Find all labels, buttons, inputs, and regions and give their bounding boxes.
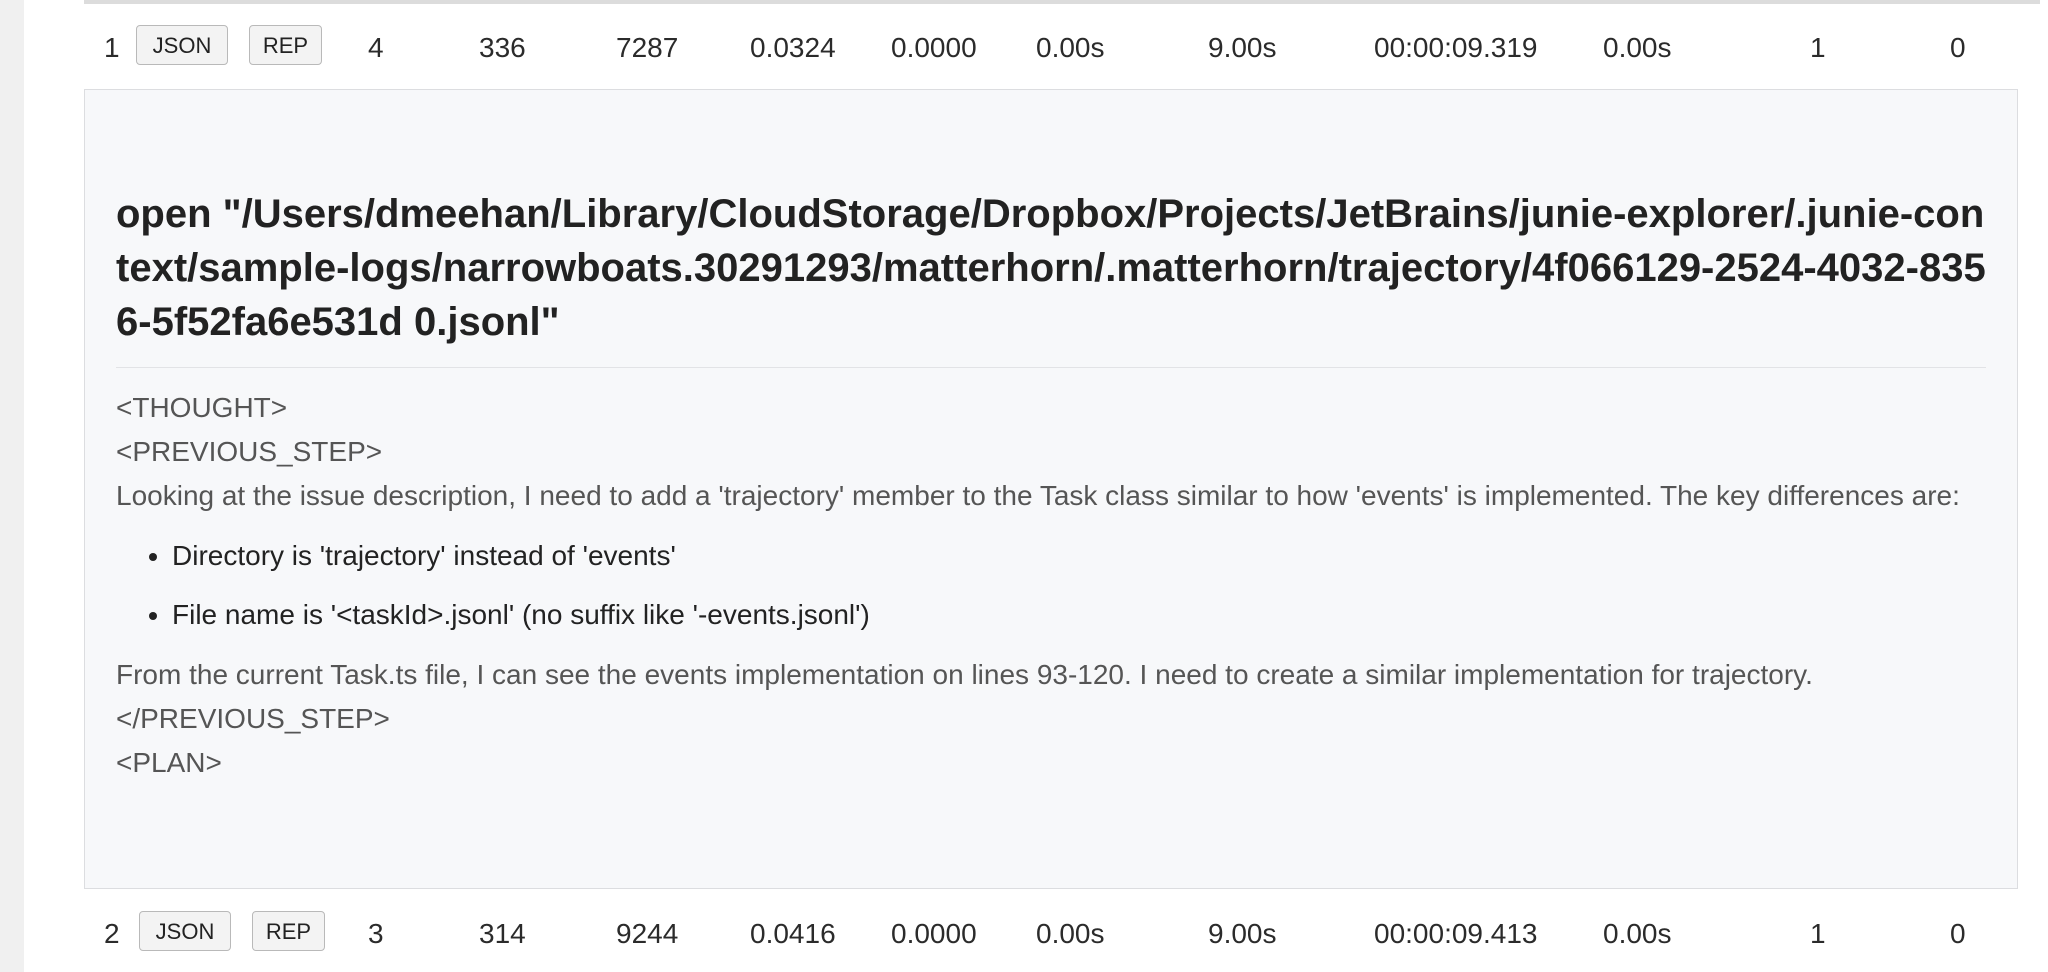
cell-col-1: 3 — [368, 918, 384, 949]
cell-col-11: 0 — [1950, 32, 1966, 63]
cell-col-10: 1 — [1810, 32, 1826, 63]
cell-col-8: 00:00:09.413 — [1374, 918, 1538, 949]
cell-col-5: 0.0000 — [891, 32, 977, 63]
list-item: Directory is 'trajectory' instead of 'ev… — [172, 534, 1986, 578]
cell-col-6: 0.00s — [1036, 32, 1105, 63]
step-index: 2 — [104, 918, 120, 949]
cell-col-3: 9244 — [616, 918, 679, 949]
rep-button[interactable]: REP — [252, 911, 325, 951]
task-steps-page: 1 JSON REP 4 336 7287 0.0324 0.0000 0.00… — [24, 0, 2048, 972]
cell-col-2: 336 — [479, 32, 526, 63]
cell-col-7: 9.00s — [1208, 918, 1277, 949]
cell-col-9: 0.00s — [1603, 32, 1672, 63]
step-detail-content: open "/Users/dmeehan/Library/CloudStorag… — [116, 187, 1986, 785]
cell-col-3: 7287 — [616, 32, 679, 63]
cell-col-4: 0.0324 — [750, 32, 836, 63]
cell-col-5: 0.0000 — [891, 918, 977, 949]
table-row: 1 JSON REP 4 336 7287 0.0324 0.0000 0.00… — [84, 4, 2040, 92]
list-item: File name is '<taskId>.jsonl' (no suffix… — [172, 593, 1986, 637]
cell-col-11: 0 — [1950, 918, 1966, 949]
cell-col-4: 0.0416 — [750, 918, 836, 949]
table-row: 2 JSON REP 3 314 9244 0.0416 0.0000 0.00… — [84, 890, 2040, 972]
rep-button[interactable]: REP — [249, 25, 322, 65]
cell-col-7: 9.00s — [1208, 32, 1277, 63]
cell-col-2: 314 — [479, 918, 526, 949]
json-button[interactable]: JSON — [139, 911, 231, 951]
step-detail-panel[interactable]: open "/Users/dmeehan/Library/CloudStorag… — [84, 89, 2018, 889]
command-title: open "/Users/dmeehan/Library/CloudStorag… — [116, 187, 1986, 368]
cell-col-10: 1 — [1810, 918, 1826, 949]
from-paragraph: From the current Task.ts file, I can see… — [116, 659, 1813, 690]
differences-list: Directory is 'trajectory' instead of 'ev… — [116, 534, 1986, 637]
previous-step-open-tag: <PREVIOUS_STEP> — [116, 436, 383, 467]
intro-paragraph: Looking at the issue description, I need… — [116, 480, 1960, 511]
plan-open-tag: <PLAN> — [116, 747, 222, 778]
cell-col-9: 0.00s — [1603, 918, 1672, 949]
json-button[interactable]: JSON — [136, 25, 228, 65]
previous-step-close-tag: </PREVIOUS_STEP> — [116, 703, 390, 734]
cell-col-8: 00:00:09.319 — [1374, 32, 1538, 63]
cell-col-1: 4 — [368, 32, 384, 63]
thought-text: <THOUGHT> <PREVIOUS_STEP> Looking at the… — [116, 386, 1986, 785]
step-index: 1 — [104, 32, 120, 63]
thought-open-tag: <THOUGHT> — [116, 392, 288, 423]
cell-col-6: 0.00s — [1036, 918, 1105, 949]
